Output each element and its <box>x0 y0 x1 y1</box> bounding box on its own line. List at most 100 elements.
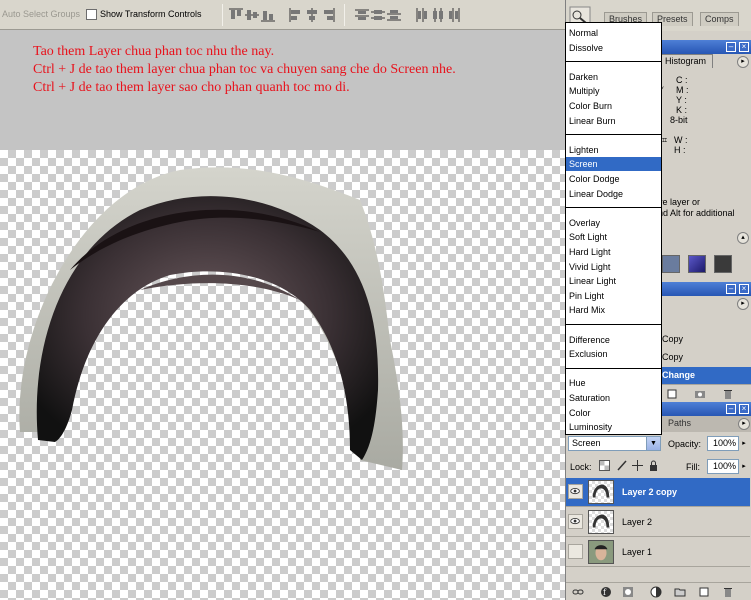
minimize-icon[interactable]: – <box>726 404 736 414</box>
layer-row-layer-2[interactable]: Layer 2 <box>566 508 750 537</box>
instruction-line-2: Ctrl + J de tao them layer chua phan toc… <box>33 62 456 77</box>
align-vcenter-icon[interactable] <box>244 7 260 23</box>
menu-separator <box>566 207 661 209</box>
info-c-label: C : <box>676 75 688 85</box>
chevron-down-icon[interactable]: ▼ <box>646 437 660 450</box>
trash-icon[interactable] <box>722 586 734 598</box>
link-layers-icon[interactable] <box>572 586 584 598</box>
layer-name[interactable]: Layer 2 <box>622 517 652 527</box>
layer-style-icon[interactable]: f <box>600 586 612 598</box>
distribute-right-icon[interactable] <box>446 7 462 23</box>
history-footer <box>658 384 751 400</box>
blend-option-difference[interactable]: Difference <box>566 333 661 347</box>
lock-brush-icon[interactable] <box>616 460 627 471</box>
trash-icon[interactable] <box>722 388 734 400</box>
show-transform-checkbox[interactable] <box>86 9 97 20</box>
distribute-left-icon[interactable] <box>414 7 430 23</box>
align-right-icon[interactable] <box>320 7 336 23</box>
fill-field[interactable]: 100% <box>707 459 739 474</box>
lock-transparency-icon[interactable] <box>599 460 610 471</box>
blend-option-pin-light[interactable]: Pin Light <box>566 289 661 303</box>
menu-separator <box>566 134 661 136</box>
instruction-line-3: Ctrl + J de tao them layer sao cho phan … <box>33 80 350 95</box>
blend-option-color[interactable]: Color <box>566 406 661 420</box>
blend-option-multiply[interactable]: Multiply <box>566 84 661 98</box>
blend-option-luminosity[interactable]: Luminosity <box>566 420 661 434</box>
menu-separator <box>566 61 661 63</box>
tab-paths[interactable]: Paths <box>662 417 698 431</box>
close-icon[interactable]: × <box>739 404 749 414</box>
visibility-eye-icon[interactable] <box>568 514 583 529</box>
new-group-icon[interactable] <box>674 586 686 598</box>
new-document-icon[interactable] <box>666 388 678 400</box>
opacity-arrow-icon[interactable]: ▸ <box>740 436 748 451</box>
close-icon[interactable]: × <box>739 42 749 52</box>
align-hcenter-icon[interactable] <box>304 7 320 23</box>
blend-option-hard-mix[interactable]: Hard Mix <box>566 303 661 317</box>
minimize-icon[interactable]: – <box>726 284 736 294</box>
distribute-top-icon[interactable] <box>354 7 370 23</box>
tab-histogram[interactable]: Histogram <box>658 54 714 68</box>
blend-option-normal[interactable]: Normal <box>566 26 661 40</box>
fill-arrow-icon[interactable]: ▸ <box>740 459 748 474</box>
palette-menu-icon[interactable]: ▸ <box>738 418 750 430</box>
visibility-eye-icon[interactable] <box>568 484 583 499</box>
blend-option-lighten[interactable]: Lighten <box>566 143 661 157</box>
new-layer-icon[interactable] <box>698 586 710 598</box>
distribute-vcenter-icon[interactable] <box>370 7 386 23</box>
blend-option-screen[interactable]: Screen <box>566 157 661 172</box>
blend-option-overlay[interactable]: Overlay <box>566 216 661 230</box>
info-h-label: H : <box>674 145 686 155</box>
blend-option-hard-light[interactable]: Hard Light <box>566 245 661 259</box>
distribute-hcenter-icon[interactable] <box>430 7 446 23</box>
opacity-field[interactable]: 100% <box>707 436 739 451</box>
auto-select-groups-label: Auto Select Groups <box>2 9 81 19</box>
align-top-icon[interactable] <box>228 7 244 23</box>
blend-option-darken[interactable]: Darken <box>566 70 661 84</box>
instruction-note: Tao them Layer chua phan toc nhu the nay… <box>33 43 563 97</box>
blend-option-saturation[interactable]: Saturation <box>566 391 661 405</box>
fill-label: Fill: <box>686 462 700 472</box>
distribute-bottom-icon[interactable] <box>386 7 402 23</box>
layer-mask-icon[interactable] <box>622 586 634 598</box>
history-state-selected[interactable]: Change <box>658 367 751 384</box>
style-swatch[interactable] <box>688 255 706 273</box>
close-icon[interactable]: × <box>739 284 749 294</box>
history-state[interactable]: Copy <box>658 349 751 366</box>
tab-comps[interactable]: Comps <box>700 12 739 26</box>
layer-thumbnail-photo <box>588 540 614 564</box>
adjustment-layer-icon[interactable] <box>650 586 662 598</box>
hair-cutout-layer[interactable] <box>0 150 565 600</box>
lock-all-icon[interactable] <box>648 460 659 471</box>
show-transform-controls-label[interactable]: Show Transform Controls <box>100 9 202 19</box>
scroll-up-icon[interactable]: ▴ <box>737 232 749 244</box>
blend-mode-value: Screen <box>572 438 601 448</box>
blend-option-color-burn[interactable]: Color Burn <box>566 99 661 113</box>
palette-menu-icon[interactable]: ▸ <box>737 56 749 68</box>
blend-option-exclusion[interactable]: Exclusion <box>566 347 661 361</box>
visibility-toggle-empty[interactable] <box>568 544 583 559</box>
layer-row-layer-1[interactable]: Layer 1 <box>566 538 750 567</box>
palette-menu-icon[interactable]: ▸ <box>737 298 749 310</box>
style-swatch[interactable] <box>714 255 732 273</box>
blend-option-hue[interactable]: Hue <box>566 376 661 390</box>
layer-row-layer-2-copy[interactable]: Layer 2 copy <box>566 478 750 507</box>
blend-option-soft-light[interactable]: Soft Light <box>566 230 661 244</box>
align-left-icon[interactable] <box>288 7 304 23</box>
blend-option-vivid-light[interactable]: Vivid Light <box>566 260 661 274</box>
camera-snapshot-icon[interactable] <box>694 388 706 400</box>
history-state[interactable]: Copy <box>658 331 751 348</box>
style-swatch[interactable] <box>662 255 680 273</box>
blend-mode-select[interactable]: Screen ▼ <box>568 436 661 451</box>
lock-move-icon[interactable] <box>632 460 643 471</box>
blend-option-color-dodge[interactable]: Color Dodge <box>566 172 661 186</box>
minimize-icon[interactable]: – <box>726 42 736 52</box>
blend-option-linear-dodge[interactable]: Linear Dodge <box>566 187 661 201</box>
layer-name[interactable]: Layer 1 <box>622 547 652 557</box>
blend-option-linear-burn[interactable]: Linear Burn <box>566 114 661 128</box>
info-w-label: W : <box>674 135 688 145</box>
layer-name[interactable]: Layer 2 copy <box>622 487 677 497</box>
blend-option-linear-light[interactable]: Linear Light <box>566 274 661 288</box>
align-bottom-icon[interactable] <box>260 7 276 23</box>
blend-option-dissolve[interactable]: Dissolve <box>566 41 661 55</box>
